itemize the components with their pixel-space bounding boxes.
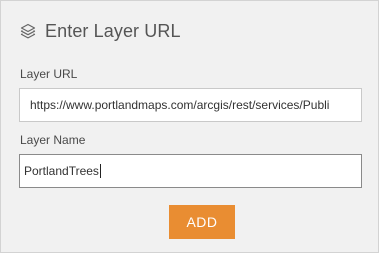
layer-url-input[interactable]: https://www.portlandmaps.com/arcgis/rest… xyxy=(19,88,362,122)
layer-url-value: https://www.portlandmaps.com/arcgis/rest… xyxy=(30,98,330,112)
layer-url-label: Layer URL xyxy=(20,67,78,81)
add-button[interactable]: ADD xyxy=(169,205,235,239)
layer-name-value: PortlandTrees xyxy=(24,164,99,178)
panel-title: Enter Layer URL xyxy=(45,20,181,41)
layer-name-label: Layer Name xyxy=(20,133,86,147)
text-caret xyxy=(99,164,101,178)
layers-icon xyxy=(19,22,37,40)
panel-header: Enter Layer URL xyxy=(19,19,181,43)
enter-layer-url-panel: Enter Layer URL Layer URL https://www.po… xyxy=(0,0,379,253)
layer-name-input[interactable]: PortlandTrees xyxy=(19,154,362,188)
